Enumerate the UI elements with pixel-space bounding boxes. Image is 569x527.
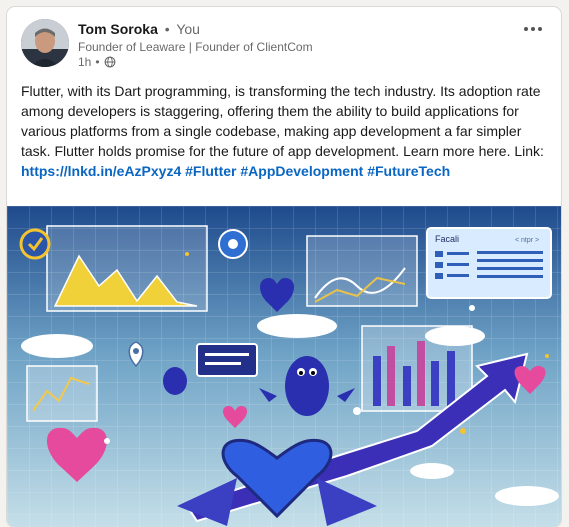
panel-title: Facali	[435, 234, 459, 244]
post-link[interactable]: https://lnkd.in/eAzPxyz4	[21, 163, 181, 179]
hashtag-flutter[interactable]: #Flutter	[185, 163, 236, 179]
author-headline: Founder of Leaware | Founder of ClientCo…	[78, 40, 313, 54]
post-image[interactable]: Facali < ntpr >	[7, 206, 561, 527]
post-body-text: Flutter, with its Dart programming, is t…	[21, 83, 544, 159]
post-time: 1h	[78, 55, 92, 69]
globe-icon	[104, 56, 115, 68]
author-line: Tom Soroka • You	[78, 21, 200, 37]
post-card: Tom Soroka • You Founder of Leaware | Fo…	[7, 7, 561, 527]
post-illustration: Facali < ntpr >	[7, 206, 561, 527]
author-avatar[interactable]	[21, 19, 69, 67]
panel-tag: < ntpr >	[515, 237, 539, 244]
more-options-button[interactable]	[519, 17, 547, 41]
post-body: Flutter, with its Dart programming, is t…	[21, 81, 551, 181]
more-options-icon	[524, 27, 542, 31]
author-relation: You	[176, 21, 200, 37]
separator-dot: •	[164, 21, 170, 37]
hashtag-appdevelopment[interactable]: #AppDevelopment	[240, 163, 363, 179]
author-name[interactable]: Tom Soroka	[78, 21, 158, 37]
separator-dot: •	[95, 55, 100, 69]
post-meta: 1h •	[78, 55, 116, 69]
hashtag-futuretech[interactable]: #FutureTech	[367, 163, 450, 179]
post-header: Tom Soroka • You Founder of Leaware | Fo…	[7, 7, 561, 77]
